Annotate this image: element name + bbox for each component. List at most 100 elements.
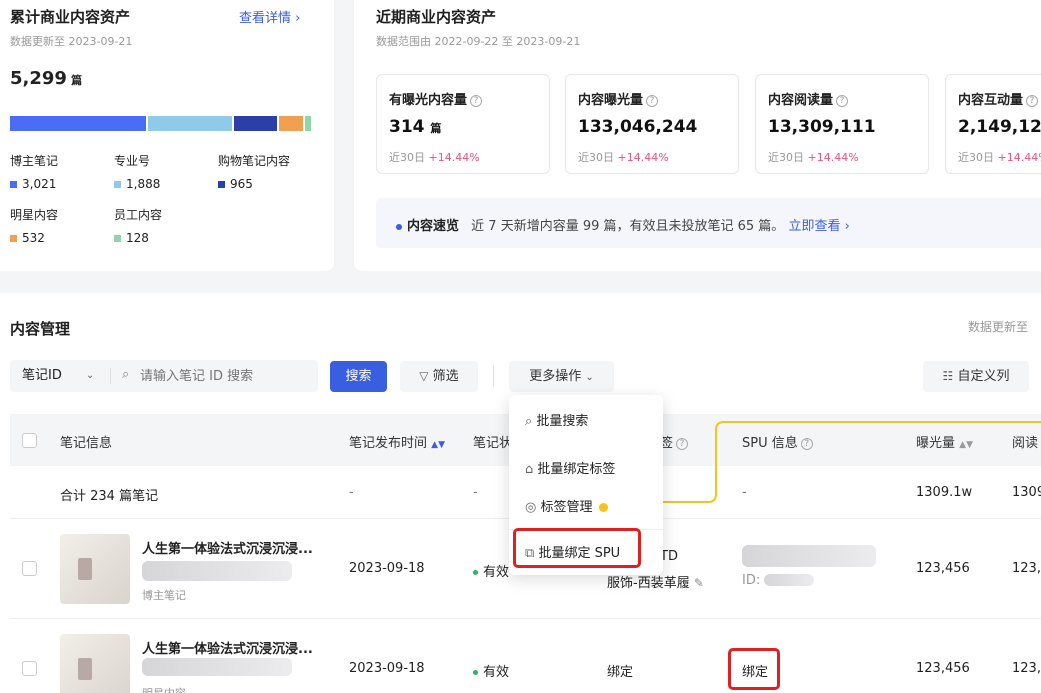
help-icon[interactable]: ? [646,95,659,107]
select-all-checkbox[interactable] [22,433,37,448]
search-icon: ⌕ [122,367,130,382]
metric-content-interactions[interactable]: 内容互动量? 2,149,124 近30日 +14.44% [945,74,1041,174]
view-now-link[interactable]: 立即查看 › [788,219,849,234]
custom-columns-button[interactable]: ☷ 自定义列 [923,361,1029,392]
summary-time: - [349,485,354,500]
banner-dot-icon [396,223,402,230]
bar-segment-shopping [234,116,278,131]
note-title[interactable]: 人生第一体验法式沉浸沉浸... [142,638,313,657]
more-actions-button[interactable]: 更多操作 ⌄ [509,361,614,392]
search-button[interactable]: 搜索 [330,361,387,392]
exposure: 123,456 [916,661,970,676]
metric-value: 2,149,124 [958,117,1041,137]
header-note-status: 笔记状 [473,436,513,451]
connector-dot-icon [598,503,608,512]
bar-segment-blogger [10,116,146,131]
help-icon[interactable]: ? [1026,95,1039,107]
status-label: 有效 [483,565,510,580]
help-icon[interactable]: ? [470,95,483,107]
legend-value: 965 [230,177,253,191]
metric-trend-label: 近30日 [958,151,994,164]
metric-trend-value: +14.44% [617,151,669,164]
reads: 123, [1012,561,1041,576]
asset-distribution-bar [10,116,311,131]
redacted-spu-id [764,574,815,586]
search-group: 笔记ID ⌄ ⌕ [10,360,318,392]
menu-item-tag-management[interactable]: ◎ 标签管理 [525,496,613,515]
search-input[interactable] [140,364,310,388]
header-note-info: 笔记信息 [60,436,113,451]
legend-name: 购物笔记内容 [218,154,291,168]
metric-label: 内容曝光量 [578,93,644,108]
metric-exposed-content[interactable]: 有曝光内容量? 314 篇 近30日 +14.44% [376,74,550,174]
metric-content-exposure[interactable]: 内容曝光量? 133,046,244 近30日 +14.44% [565,74,739,174]
legend-value: 128 [126,231,149,245]
reads: 123, [1012,661,1041,676]
publish-time: 2023-09-18 [349,661,425,676]
metric-unit: 篇 [430,122,442,135]
legend-dot [114,235,121,242]
chevron-down-icon: ⌄ [585,372,594,383]
metric-value: 314 [389,117,425,137]
header-publish-time[interactable]: 笔记发布时间 ▲▼ [349,432,445,451]
cumulative-total-value: 5,299 [10,68,67,89]
filter-label: 筛选 [432,369,459,384]
metric-label: 内容互动量 [958,93,1024,108]
legend-dot [114,181,121,188]
metric-trend-label: 近30日 [768,151,804,164]
menu-item-label: 批量绑定标签 [537,462,616,477]
bind-tag-link[interactable]: 绑定 [607,661,633,680]
bind-spu-link[interactable]: 绑定 [742,661,768,680]
sort-icon[interactable]: ▲▼ [431,440,445,450]
search-icon: ⌕ [525,414,533,429]
edit-icon[interactable]: ✎ [694,576,704,590]
metric-trend-value: +14.44% [997,151,1041,164]
metric-trend-label: 近30日 [389,151,425,164]
menu-item-label: 标签管理 [540,500,593,515]
tag-name: 服饰-西装革履 [607,576,690,591]
bar-segment-employee [305,116,311,131]
note-type: 明星内容 [142,685,186,693]
row-checkbox[interactable] [22,661,37,676]
legend-professional: 专业号 1,888 [114,152,160,191]
note-type: 博主笔记 [142,589,186,602]
menu-item-label: 批量绑定 SPU [538,546,621,561]
cumulative-total-unit: 篇 [71,74,83,87]
row-checkbox[interactable] [22,561,37,576]
manage-updated: 数据更新至 [968,320,1029,334]
legend-dot [218,181,225,188]
legend-shopping: 购物笔记内容 965 [218,152,290,191]
settings-icon: ◎ [525,500,537,515]
metric-content-reads[interactable]: 内容阅读量? 13,309,111 近30日 +14.44% [755,74,929,174]
custom-columns-label: 自定义列 [957,369,1010,384]
toolbar-divider [493,365,494,387]
help-icon[interactable]: ? [836,95,849,107]
note-thumbnail[interactable] [60,534,130,604]
menu-item-batch-search[interactable]: ⌕ 批量搜索 [525,410,588,429]
metric-label: 有曝光内容量 [389,93,468,108]
filter-button[interactable]: ▽ 筛选 [400,361,478,392]
banner-title: 内容速览 [407,219,460,234]
legend-name: 专业号 [114,154,151,168]
note-status: 有效 [473,561,509,580]
status-dot-icon [473,570,478,575]
chevron-down-icon: ⌄ [86,370,95,381]
cumulative-title: 累计商业内容资产 [10,8,131,26]
note-thumbnail[interactable] [60,634,130,693]
metric-value: 13,309,111 [768,117,876,137]
legend-employee: 员工内容 128 [114,206,162,245]
redacted-text [142,658,292,676]
summary-status: - [473,485,478,500]
thumbnail-blur [78,558,92,580]
menu-item-batch-bind-spu[interactable]: ⧉ 批量绑定 SPU [525,542,620,561]
cumulative-assets-card: 累计商业内容资产 查看详情 › 数据更新至 2023-09-21 5,299 篇… [0,0,334,271]
tag-icon: ⌂ [525,462,534,477]
bar-segment-professional [147,116,233,131]
legend-name: 博主笔记 [10,154,59,168]
menu-item-batch-bind-tag[interactable]: ⌂ 批量绑定标签 [525,458,615,477]
search-type-select[interactable]: 笔记ID ⌄ [10,360,110,392]
note-title[interactable]: 人生第一体验法式沉浸沉浸... [142,538,313,557]
metric-value: 133,046,244 [578,117,698,137]
view-details-link[interactable]: 查看详情 › [239,7,300,26]
redacted-text [142,561,292,581]
